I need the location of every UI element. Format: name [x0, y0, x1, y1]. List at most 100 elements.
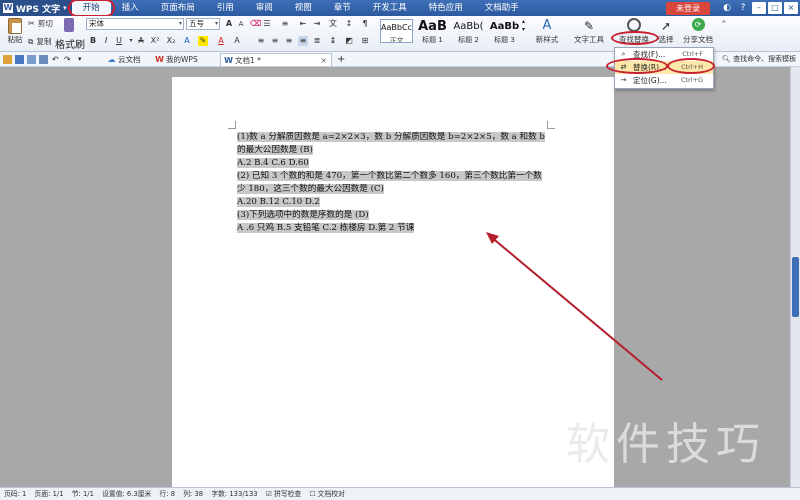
close-button[interactable]: ×	[784, 2, 798, 14]
save-icon[interactable]	[15, 55, 24, 64]
tab-features[interactable]: 特色应用	[418, 0, 474, 16]
underline-icon[interactable]: U	[114, 36, 124, 46]
maximize-button[interactable]: □	[768, 2, 782, 14]
tab-insert[interactable]: 插入	[111, 0, 150, 16]
title-bar: W WPS 文字 ▾ 开始 插入 页面布局 引用 审阅 视图 章节 开发工具 特…	[0, 0, 800, 17]
clear-format-icon[interactable]: ⌫	[250, 19, 261, 29]
format-painter-button[interactable]	[56, 18, 82, 32]
doc-proofread-toggle[interactable]: ☐ 文档校对	[309, 490, 344, 498]
text-tools-label: 文字工具	[574, 35, 604, 44]
minimize-button[interactable]: –	[752, 2, 766, 14]
scrollbar-thumb[interactable]	[792, 257, 799, 317]
sort-icon[interactable]: ↕	[344, 19, 354, 29]
tab-sections[interactable]: 章节	[323, 0, 362, 16]
line-spacing-icon[interactable]: ↨	[328, 36, 338, 46]
text-tools-button[interactable]: ✎ 文字工具	[569, 18, 609, 45]
document-body[interactable]: (1)数 a 分解质因数是 a=2×2×3，数 b 分解质因数是 b=2×2×5…	[237, 131, 545, 235]
new-tab-icon[interactable]: +	[333, 53, 349, 66]
char-border-icon[interactable]: Ａ	[232, 36, 242, 46]
tab-references[interactable]: 引用	[206, 0, 245, 16]
tab-document[interactable]: W 文档1 * ×	[220, 53, 332, 66]
justify-icon[interactable]: ≡	[298, 36, 308, 46]
crop-mark	[547, 121, 555, 129]
share-doc-button[interactable]: ⟳ 分享文档	[682, 18, 714, 45]
shrink-font-icon[interactable]: A	[236, 19, 246, 29]
login-button[interactable]: 未登录	[666, 1, 710, 15]
strikethrough-icon[interactable]: A	[136, 36, 146, 46]
shading-icon[interactable]: ◩	[344, 36, 354, 46]
document-page[interactable]: (1)数 a 分解质因数是 a=2×2×3，数 b 分解质因数是 b=2×2×5…	[172, 77, 614, 487]
open-icon[interactable]	[3, 55, 12, 64]
select-button[interactable]: ➚ 选择	[655, 18, 677, 45]
grow-font-icon[interactable]: A	[224, 19, 234, 29]
redo-icon[interactable]: ↷	[64, 55, 73, 64]
chinese-layout-icon[interactable]: 文	[328, 19, 338, 29]
cut-button[interactable]: ✂ 剪切	[28, 18, 53, 29]
tab-my-wps[interactable]: W 我的WPS	[152, 53, 204, 66]
clipboard-icon	[8, 18, 22, 34]
scissors-icon: ✂	[28, 19, 35, 28]
print-preview-icon[interactable]	[27, 55, 36, 64]
outdent-icon[interactable]: ⇤	[298, 19, 308, 29]
paste-button[interactable]: 粘贴	[4, 18, 26, 45]
shortcut-label: Ctrl+G	[680, 76, 703, 84]
style-heading-3[interactable]: AaBb 标题 3	[488, 19, 521, 43]
tab-review[interactable]: 审阅	[245, 0, 284, 16]
show-marks-icon[interactable]: ¶	[360, 19, 370, 29]
underline-dropdown-icon[interactable]: ▾	[126, 36, 136, 46]
style-heading-2[interactable]: AaBb( 标题 2	[452, 19, 485, 43]
bold-icon[interactable]: B	[88, 36, 98, 46]
tab-home[interactable]: 开始	[67, 0, 115, 17]
tab-cloud-docs[interactable]: ☁ 云文档	[104, 53, 147, 66]
tab-developer[interactable]: 开发工具	[362, 0, 418, 16]
subscript-icon[interactable]: X₂	[166, 36, 176, 46]
find-replace-button[interactable]: 查找替换	[612, 18, 656, 45]
command-search[interactable]: 🔍︎ 查找命令、搜索模板	[722, 54, 796, 64]
app-menu-button[interactable]: W WPS 文字 ▾	[0, 0, 72, 16]
style-normal[interactable]: AaBbCcD 正文	[380, 19, 413, 43]
tab-page-layout[interactable]: 页面布局	[150, 0, 206, 16]
bullet-list-icon[interactable]: ☰	[262, 19, 272, 29]
font-color-icon[interactable]: A	[216, 36, 226, 46]
menu-item-replace[interactable]: ⇄ 替换(R)... Ctrl+H	[615, 61, 713, 74]
numbered-list-icon[interactable]: ≡	[280, 19, 290, 29]
font-name-select[interactable]: 宋体 ▾	[86, 18, 184, 30]
close-tab-icon[interactable]: ×	[320, 54, 327, 67]
italic-icon[interactable]: I	[101, 36, 111, 46]
highlight-icon[interactable]: ✎	[198, 36, 208, 46]
style-heading-1[interactable]: AaB 标题 1	[416, 19, 449, 43]
print-icon[interactable]	[39, 55, 48, 64]
select-label: 选择	[658, 35, 674, 44]
status-word-count[interactable]: 字数: 133/133	[211, 490, 257, 498]
border-icon[interactable]: ⊞	[360, 36, 370, 46]
style-caption: 标题 2	[458, 36, 479, 43]
menu-item-find[interactable]: ⌕ 查找(F)... Ctrl+F	[615, 48, 713, 61]
chevron-down-icon[interactable]: ▾	[78, 55, 87, 64]
align-right-icon[interactable]: ≡	[284, 36, 294, 46]
menu-item-goto[interactable]: → 定位(G)... Ctrl+G	[615, 74, 713, 87]
text-effect-icon[interactable]: A	[182, 36, 192, 46]
vertical-scrollbar[interactable]	[790, 67, 800, 487]
document-line: (1)数 a 分解质因数是 a=2×2×3，数 b 分解质因数是 b=2×2×5…	[237, 132, 545, 142]
tab-view[interactable]: 视图	[284, 0, 323, 16]
format-painter-label: 格式刷	[55, 40, 85, 51]
copy-button[interactable]: ⧉ 复制	[28, 36, 52, 47]
align-center-icon[interactable]: ≡	[270, 36, 280, 46]
doc-icon: W	[224, 56, 233, 65]
spell-check-toggle[interactable]: ☑ 拼写检查	[266, 490, 301, 498]
help-icon[interactable]: ?	[736, 2, 750, 14]
align-left-icon[interactable]: ≡	[256, 36, 266, 46]
distribute-icon[interactable]: ≣	[312, 36, 322, 46]
superscript-icon[interactable]: X²	[150, 36, 160, 46]
skin-icon[interactable]: ◐	[720, 2, 734, 14]
font-size-select[interactable]: 五号 ▾	[186, 18, 220, 30]
document-line: (2) 已知 3 个数的和是 470，第一个数比第二个数多 160，第三个数比第…	[237, 171, 542, 181]
style-caption: 正文	[389, 37, 404, 43]
undo-icon[interactable]: ↶	[52, 55, 61, 64]
tab-doc-assistant[interactable]: 文档助手	[474, 0, 530, 16]
app-name: WPS 文字	[16, 4, 61, 15]
style-scroll-icon[interactable]: ▴ ▾	[522, 18, 530, 34]
ribbon-collapse-icon[interactable]: ⌃	[720, 20, 728, 30]
new-style-button[interactable]: A 新样式	[531, 18, 563, 45]
indent-icon[interactable]: ⇥	[312, 19, 322, 29]
